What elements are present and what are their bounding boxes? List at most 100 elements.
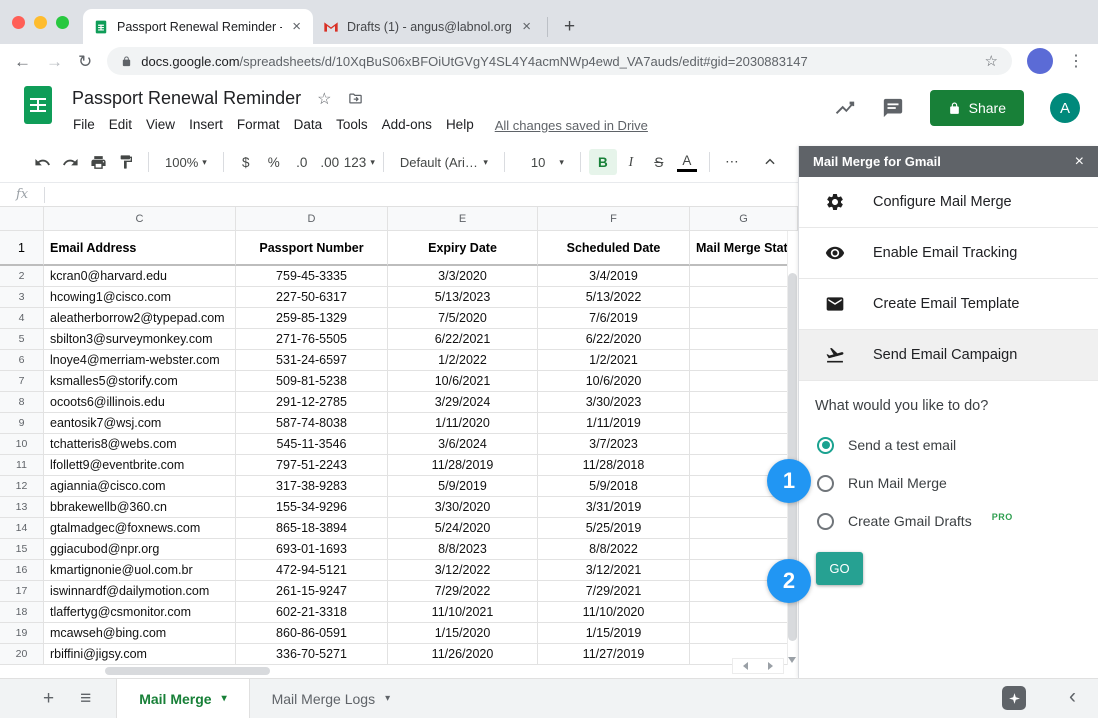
paint-format-icon[interactable] xyxy=(112,149,140,175)
document-title[interactable]: Passport Renewal Reminder xyxy=(72,88,301,109)
move-to-folder-icon[interactable] xyxy=(347,91,364,106)
cell-expiry-date[interactable]: 3/29/2024 xyxy=(388,392,538,413)
cell-scheduled-date[interactable]: 3/30/2023 xyxy=(538,392,690,413)
cell-expiry-date[interactable]: 5/13/2023 xyxy=(388,287,538,308)
cell-mail-merge-status[interactable] xyxy=(690,518,798,539)
cell-mail-merge-status[interactable] xyxy=(690,329,798,350)
cell-passport-number[interactable]: 336-70-5271 xyxy=(236,644,388,665)
cell-expiry-date[interactable]: 11/28/2019 xyxy=(388,455,538,476)
back-icon[interactable]: ← xyxy=(14,53,31,70)
cell-scheduled-date[interactable]: 6/22/2020 xyxy=(538,329,690,350)
strikethrough-button[interactable]: S xyxy=(645,149,673,175)
undo-icon[interactable] xyxy=(28,149,56,175)
minimize-window-button[interactable] xyxy=(34,16,47,29)
cell-email-address[interactable]: kcran0@harvard.edu xyxy=(44,266,236,287)
cell-mail-merge-status[interactable] xyxy=(690,287,798,308)
cell-expiry-date[interactable]: 3/12/2022 xyxy=(388,560,538,581)
row-number[interactable]: 3 xyxy=(0,287,44,308)
column-letter-f[interactable]: F xyxy=(538,207,690,231)
sheet-tab-mail-merge[interactable]: Mail Merge▾ xyxy=(116,679,249,718)
menu-view[interactable]: View xyxy=(139,114,182,135)
add-sheet-button[interactable]: + xyxy=(30,688,67,710)
cell-passport-number[interactable]: 155-34-9296 xyxy=(236,497,388,518)
row-number[interactable]: 12 xyxy=(0,476,44,497)
font-size-select[interactable]: 10▾ xyxy=(513,155,572,170)
number-format-select[interactable]: 123▾ xyxy=(344,149,375,175)
cell-passport-number[interactable]: 531-24-6597 xyxy=(236,350,388,371)
cell-email-address[interactable]: lnoye4@merriam-webster.com xyxy=(44,350,236,371)
cell-expiry-date[interactable]: 11/26/2020 xyxy=(388,644,538,665)
cell-scheduled-date[interactable]: 8/8/2022 xyxy=(538,539,690,560)
print-icon[interactable] xyxy=(84,149,112,175)
row-number[interactable]: 7 xyxy=(0,371,44,392)
cell-expiry-date[interactable]: 3/6/2024 xyxy=(388,434,538,455)
cell-scheduled-date[interactable]: 3/12/2021 xyxy=(538,560,690,581)
cell-scheduled-date[interactable]: 5/13/2022 xyxy=(538,287,690,308)
cell-scheduled-date[interactable]: 1/2/2021 xyxy=(538,350,690,371)
cell-passport-number[interactable]: 509-81-5238 xyxy=(236,371,388,392)
cell-expiry-date[interactable]: 6/22/2021 xyxy=(388,329,538,350)
cell-email-address[interactable]: ggiacubod@npr.org xyxy=(44,539,236,560)
cell-passport-number[interactable]: 602-21-3318 xyxy=(236,602,388,623)
redo-icon[interactable] xyxy=(56,149,84,175)
cell-passport-number[interactable]: 587-74-8038 xyxy=(236,413,388,434)
radio-button[interactable] xyxy=(817,513,834,530)
cell-email-address[interactable]: rbiffini@jigsy.com xyxy=(44,644,236,665)
decrease-decimal-button[interactable]: .0 xyxy=(288,149,316,175)
cell-mail-merge-status[interactable] xyxy=(690,623,798,644)
save-status[interactable]: All changes saved in Drive xyxy=(495,118,648,133)
browser-menu-icon[interactable]: ⋮ xyxy=(1068,51,1084,71)
menu-file[interactable]: File xyxy=(66,114,102,135)
cell-passport-number[interactable]: 693-01-1693 xyxy=(236,539,388,560)
cell-passport-number[interactable]: 317-38-9283 xyxy=(236,476,388,497)
cell-expiry-date[interactable]: 1/2/2022 xyxy=(388,350,538,371)
menu-help[interactable]: Help xyxy=(439,114,481,135)
row-number[interactable]: 6 xyxy=(0,350,44,371)
scroll-right-icon[interactable] xyxy=(768,662,773,670)
row-number[interactable]: 19 xyxy=(0,623,44,644)
cell-scheduled-date[interactable]: 3/7/2023 xyxy=(538,434,690,455)
cell-email-address[interactable]: lfollett9@eventbrite.com xyxy=(44,455,236,476)
row-number[interactable]: 20 xyxy=(0,644,44,665)
cell-passport-number[interactable]: 797-51-2243 xyxy=(236,455,388,476)
share-button[interactable]: Share xyxy=(930,90,1024,126)
cell-expiry-date[interactable]: 7/29/2022 xyxy=(388,581,538,602)
cell-expiry-date[interactable]: 11/10/2021 xyxy=(388,602,538,623)
menu-data[interactable]: Data xyxy=(287,114,330,135)
cell-scheduled-date[interactable]: 5/25/2019 xyxy=(538,518,690,539)
star-document-icon[interactable]: ☆ xyxy=(317,89,331,109)
sheet-tab-mail-merge-logs[interactable]: Mail Merge Logs▾ xyxy=(250,679,413,718)
row-number[interactable]: 13 xyxy=(0,497,44,518)
close-tab-icon[interactable]: × xyxy=(290,19,303,34)
row-number[interactable]: 4 xyxy=(0,308,44,329)
cell-email-address[interactable]: kmartignonie@uol.com.br xyxy=(44,560,236,581)
menu-insert[interactable]: Insert xyxy=(182,114,230,135)
bold-button[interactable]: B xyxy=(589,149,617,175)
cell-passport-number[interactable]: 545-11-3546 xyxy=(236,434,388,455)
cell-expiry-date[interactable]: 3/3/2020 xyxy=(388,266,538,287)
cell-passport-number[interactable]: 259-85-1329 xyxy=(236,308,388,329)
cell-mail-merge-status[interactable] xyxy=(690,350,798,371)
cell-expiry-date[interactable]: 1/15/2020 xyxy=(388,623,538,644)
chevron-down-icon[interactable]: ▾ xyxy=(385,693,390,704)
go-button[interactable]: GO xyxy=(816,552,863,585)
cell-email-address[interactable]: aleatherborrow2@typepad.com xyxy=(44,308,236,329)
sidebar-item-enable-email-tracking[interactable]: Enable Email Tracking xyxy=(799,228,1098,279)
close-window-button[interactable] xyxy=(12,16,25,29)
sidebar-item-send-email-campaign[interactable]: Send Email Campaign xyxy=(799,330,1098,381)
collapse-toolbar-icon[interactable] xyxy=(756,149,784,175)
cell-passport-number[interactable]: 759-45-3335 xyxy=(236,266,388,287)
cell-passport-number[interactable]: 261-15-9247 xyxy=(236,581,388,602)
header-cell[interactable]: Mail Merge Statu xyxy=(690,231,798,266)
cell-scheduled-date[interactable]: 3/4/2019 xyxy=(538,266,690,287)
cell-scheduled-date[interactable]: 5/9/2018 xyxy=(538,476,690,497)
insights-icon[interactable] xyxy=(834,97,856,119)
more-toolbar-icon[interactable]: ⋯ xyxy=(718,149,746,175)
cell-scheduled-date[interactable]: 1/11/2019 xyxy=(538,413,690,434)
cell-expiry-date[interactable]: 8/8/2023 xyxy=(388,539,538,560)
row-number[interactable]: 16 xyxy=(0,560,44,581)
cell-scheduled-date[interactable]: 10/6/2020 xyxy=(538,371,690,392)
row-number[interactable]: 1 xyxy=(0,231,44,266)
all-sheets-icon[interactable]: ≡ xyxy=(67,688,104,710)
radio-button[interactable] xyxy=(817,475,834,492)
